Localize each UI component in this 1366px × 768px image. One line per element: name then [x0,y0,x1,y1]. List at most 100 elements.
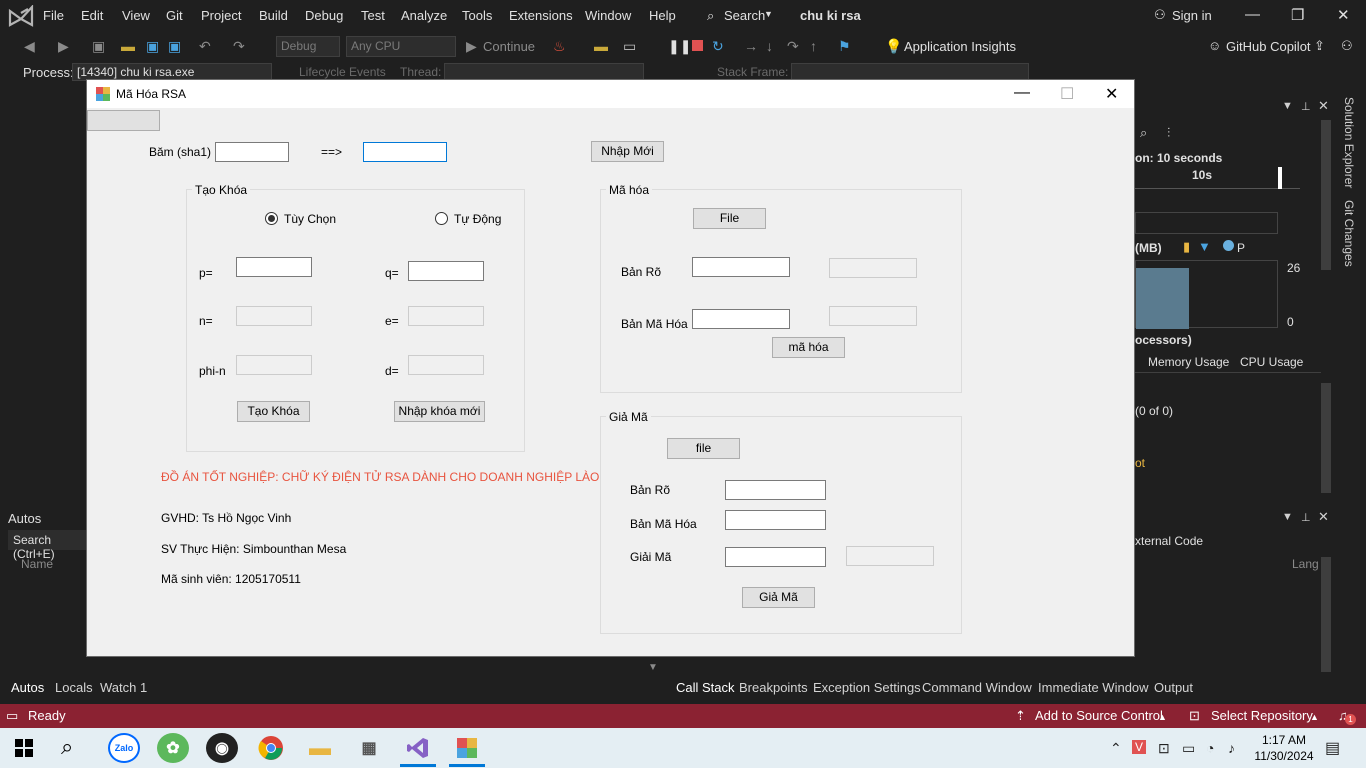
winforms-app-icon[interactable] [451,733,483,763]
windows-start-icon[interactable] [15,739,33,757]
event-item[interactable]: ot [1135,456,1145,470]
menu-view[interactable]: View [122,8,150,23]
taskbar-clock[interactable]: 1:17 AM 11/30/2024 [1254,732,1314,764]
hot-reload-icon[interactable]: ♨ [553,38,566,55]
radio-custom-label[interactable]: Tùy Chọn [284,212,336,226]
tab-watch-1[interactable]: Watch 1 [100,680,147,695]
undo-icon[interactable]: ↶ [199,38,211,55]
menu-edit[interactable]: Edit [81,8,103,23]
forward-icon[interactable]: ▶ [58,38,69,55]
diagnostic-icon[interactable]: ⚑ [838,38,851,55]
visual-studio-logo-icon[interactable] [8,5,34,27]
menu-debug[interactable]: Debug [305,8,343,23]
external-code-row[interactable]: xternal Code [1135,534,1203,548]
menu-help[interactable]: Help [649,8,676,23]
hash-output[interactable] [363,142,447,162]
tab-output[interactable]: Output [1154,680,1193,695]
step-into-icon[interactable]: ↓ [766,38,773,54]
meet-tray-icon[interactable]: ⊡ [1158,740,1170,757]
copilot-button[interactable]: GitHub Copilot [1226,39,1311,54]
battery-tray-icon[interactable]: ▭ [1182,740,1195,757]
add-source-control-button[interactable]: Add to Source Control [1035,708,1163,723]
autos-search-input[interactable]: Search (Ctrl+E) [8,530,88,561]
green-app-icon[interactable]: ✿ [157,733,189,763]
app-insights-button[interactable]: Application Insights [904,39,1016,54]
tab-git-changes[interactable]: Git Changes [1342,200,1356,267]
save-icon[interactable]: ▣ [146,38,159,55]
photos-app-icon[interactable]: ▦ [353,733,385,763]
menu-tools[interactable]: Tools [462,8,492,23]
menu-file[interactable]: File [43,8,64,23]
callstack-scrollbar[interactable] [1321,557,1331,672]
pin-icon[interactable]: ⊥ [1301,100,1311,113]
radio-custom[interactable] [265,212,278,225]
open-folder-icon[interactable]: ▬ [121,38,135,54]
tab-cpu-usage[interactable]: CPU Usage [1240,355,1303,369]
sign-in-button[interactable]: Sign in [1172,8,1212,23]
config-select[interactable]: Debug [276,36,340,57]
select-repository-button[interactable]: Select Repository [1211,708,1313,723]
hash-input[interactable] [215,142,289,162]
radio-auto[interactable] [435,212,448,225]
menu-extensions[interactable]: Extensions [509,8,573,23]
scroll-down-icon[interactable]: ▼ [648,662,658,673]
lifecycle-events-button[interactable]: Lifecycle Events [299,65,386,79]
restore-icon[interactable]: ❐ [1291,6,1304,24]
tab-autos[interactable]: Autos [11,680,44,695]
menu-git[interactable]: Git [166,8,183,23]
close-pane-icon[interactable]: ✕ [1318,509,1329,525]
volume-tray-icon[interactable]: ♪ [1228,740,1235,756]
antivirus-tray-icon[interactable]: V [1132,740,1147,754]
radio-auto-label[interactable]: Tự Động [454,212,501,226]
visual-studio-app-icon[interactable] [402,733,434,763]
restart-icon[interactable]: ↻ [712,38,724,55]
folder-icon[interactable]: ▬ [594,38,608,54]
dialog-minimize-icon[interactable]: — [1014,84,1030,102]
unlabeled-button[interactable] [87,110,160,131]
window-layout-icon[interactable]: ▭ [623,38,636,55]
save-all-icon[interactable]: ▣ [168,38,181,55]
timeline-cursor[interactable] [1278,167,1282,189]
continue-button[interactable]: Continue [483,39,535,54]
plaintext-input[interactable] [692,257,790,277]
encrypt-file-button[interactable]: File [693,208,766,229]
decrypted-output[interactable] [725,547,826,567]
stop-icon[interactable] [692,40,703,51]
step-out-icon[interactable]: ↑ [810,38,817,54]
decrypt-plaintext-input[interactable] [725,480,826,500]
continue-icon[interactable]: ▶ [466,38,477,55]
dialog-titlebar[interactable]: Mã Hóa RSA — ☐ ✕ [87,80,1134,108]
step-over-icon[interactable]: ↷ [787,38,799,55]
menu-project[interactable]: Project [201,8,241,23]
new-input-button[interactable]: Nhập Mới [591,141,664,162]
taskbar-search-icon[interactable]: ⌕ [61,734,73,760]
zalo-app-icon[interactable]: Zalo [108,733,140,763]
tab-command-window[interactable]: Command Window [922,680,1032,695]
new-key-button[interactable]: Nhập khóa mới [394,401,485,422]
obs-app-icon[interactable]: ◉ [206,733,238,763]
tab-call-stack[interactable]: Call Stack [676,680,735,695]
show-hidden-icons-icon[interactable]: ⌃ [1110,740,1122,757]
tab-exception-settings[interactable]: Exception Settings [813,680,921,695]
decrypt-file-button[interactable]: file [667,438,740,459]
tab-memory-usage[interactable]: Memory Usage [1148,355,1229,369]
dropdown-icon[interactable]: ▼ [1282,511,1293,523]
chrome-app-icon[interactable] [255,733,287,763]
vs-search-button[interactable]: Search [724,8,765,23]
redo-icon[interactable]: ↷ [233,38,245,55]
minimize-icon[interactable]: — [1245,6,1260,23]
back-icon[interactable]: ◀ [24,38,35,55]
zoom-icon[interactable]: ⌕ [1140,125,1147,141]
tab-breakpoints[interactable]: Breakpoints [739,680,808,695]
pause-icon[interactable]: ❚❚ [668,38,691,55]
dropdown-icon[interactable]: ▼ [1282,100,1293,112]
new-project-icon[interactable]: ▣ [92,38,105,55]
ciphertext-output[interactable] [692,309,790,329]
tab-immediate-window[interactable]: Immediate Window [1038,680,1149,695]
diag-scrollbar[interactable] [1321,120,1331,270]
create-key-button[interactable]: Tạo Khóa [237,401,310,422]
chart-settings-icon[interactable]: ⫶ [1167,125,1170,141]
decrypt-button[interactable]: Giả Mã [742,587,815,608]
dialog-maximize-icon[interactable]: ☐ [1060,84,1074,104]
platform-select[interactable]: Any CPU [346,36,456,57]
